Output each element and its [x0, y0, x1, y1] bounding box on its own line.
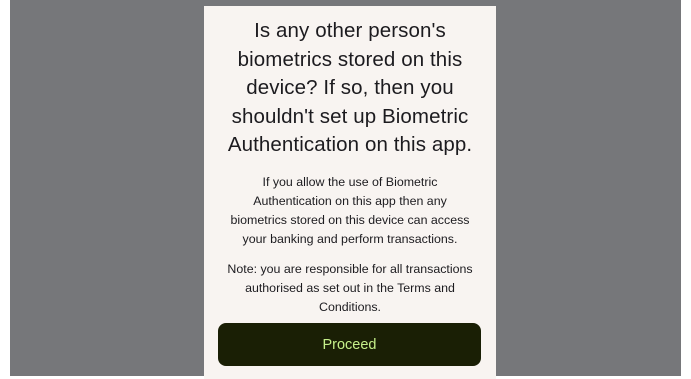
dialog-title: Is any other person's biometrics stored … — [227, 19, 473, 156]
dialog-note-text: Note: you are responsible for all transa… — [227, 261, 473, 314]
screen: Is any other person's biometrics stored … — [0, 0, 691, 379]
biometric-warning-dialog: Is any other person's biometrics stored … — [204, 6, 496, 379]
dialog-body-text: If you allow the use of Biometric Authen… — [230, 174, 470, 246]
proceed-button[interactable]: Proceed — [218, 323, 481, 366]
